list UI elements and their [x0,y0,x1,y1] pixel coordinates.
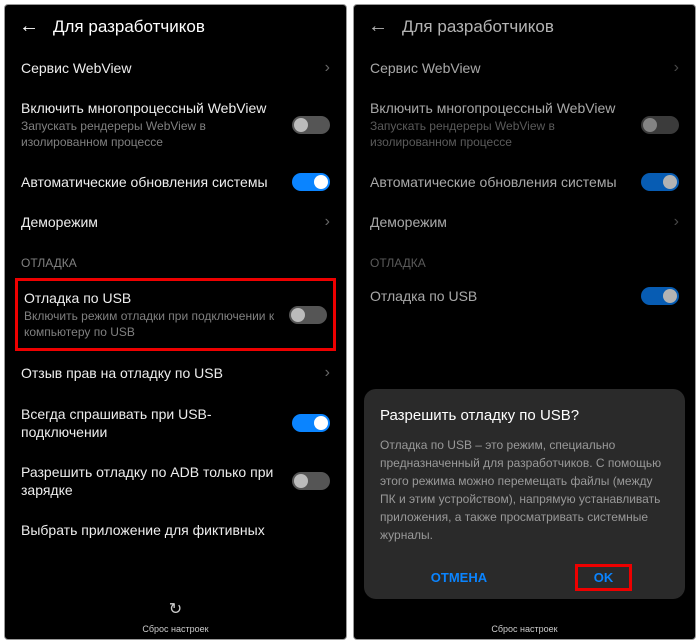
row-label: Отладка по USB [370,287,641,305]
header: ← Для разработчиков [354,5,695,48]
row-label: Сервис WebView [21,59,317,77]
settings-list: Сервис WebView › Включить многопроцессны… [5,48,346,593]
section-header-debug: ОТЛАДКА [5,242,346,276]
footer-label: Сброс настроек [142,624,208,634]
back-icon[interactable]: ← [368,15,388,38]
page-title: Для разработчиков [53,17,205,37]
dialog-buttons: ОТМЕНА OK [380,558,669,591]
chevron-right-icon: › [325,364,330,382]
row-sublabel: Запускать рендереры WebView в изолирован… [370,119,641,150]
row-label: Автоматические обновления системы [370,173,641,191]
row-label: Деморежим [21,213,317,231]
phone-right: ← Для разработчиков Сервис WebView › Вкл… [353,4,696,640]
row-label: Включить многопроцессный WebView [370,99,641,117]
row-mock-location-app[interactable]: Выбрать приложение для фиктивных [5,510,346,550]
row-label: Автоматические обновления системы [21,173,292,191]
section-header-debug: ОТЛАДКА [354,242,695,276]
row-auto-system-updates: Автоматические обновления системы [5,162,346,202]
toggle-usb-debugging[interactable] [289,306,327,324]
toggle-multiprocess-webview[interactable] [641,116,679,134]
dialog-title: Разрешить отладку по USB? [380,407,669,424]
row-label: Разрешить отладку по ADB только при заря… [21,463,292,499]
row-sublabel: Включить режим отладки при подключении к… [24,309,281,340]
usb-debug-dialog: Разрешить отладку по USB? Отладка по USB… [364,389,685,599]
toggle-multiprocess-webview[interactable] [292,116,330,134]
row-always-ask-usb: Всегда спрашивать при USB-подключении [5,394,346,452]
phone-left: ← Для разработчиков Сервис WebView › Вкл… [4,4,347,640]
row-sublabel: Запускать рендереры WebView в изолирован… [21,119,292,150]
chevron-right-icon: › [674,213,679,231]
row-usb-debugging: Отладка по USB [354,276,695,316]
back-icon[interactable]: ← [19,15,39,38]
row-demo-mode[interactable]: Деморежим › [5,202,346,242]
row-label: Деморежим [370,213,666,231]
row-auto-system-updates: Автоматические обновления системы [354,162,695,202]
row-webview-service[interactable]: Сервис WebView › [5,48,346,88]
row-multiprocess-webview: Включить многопроцессный WebView Запуска… [354,88,695,161]
dialog-body: Отладка по USB – это режим, специально п… [380,436,669,544]
row-webview-service[interactable]: Сервис WebView › [354,48,695,88]
chevron-right-icon: › [674,59,679,77]
footer-reset[interactable]: Сброс настроек [354,613,695,639]
row-label: Отзыв прав на отладку по USB [21,364,317,382]
row-label: Всегда спрашивать при USB-подключении [21,405,292,441]
header: ← Для разработчиков [5,5,346,48]
footer-label: Сброс настроек [491,624,557,634]
row-multiprocess-webview: Включить многопроцессный WebView Запуска… [5,88,346,161]
row-label: Отладка по USB [24,289,281,307]
page-title: Для разработчиков [402,17,554,37]
chevron-right-icon: › [325,59,330,77]
toggle-adb-charging-only[interactable] [292,472,330,490]
row-label: Включить многопроцессный WebView [21,99,292,117]
ok-button[interactable]: OK [575,564,633,591]
row-revoke-usb-auth[interactable]: Отзыв прав на отладку по USB › [5,353,346,393]
toggle-always-ask-usb[interactable] [292,414,330,432]
toggle-auto-system-updates[interactable] [292,173,330,191]
cancel-button[interactable]: ОТМЕНА [417,564,501,591]
row-usb-debugging: Отладка по USB Включить режим отладки пр… [15,278,336,351]
row-label: Сервис WebView [370,59,666,77]
reset-icon: ↻ [5,599,346,619]
chevron-right-icon: › [325,213,330,231]
row-demo-mode[interactable]: Деморежим › [354,202,695,242]
toggle-auto-system-updates[interactable] [641,173,679,191]
toggle-usb-debugging[interactable] [641,287,679,305]
row-label: Выбрать приложение для фиктивных [21,521,330,539]
row-adb-charging-only: Разрешить отладку по ADB только при заря… [5,452,346,510]
footer-reset[interactable]: ↻ Сброс настроек [5,593,346,639]
